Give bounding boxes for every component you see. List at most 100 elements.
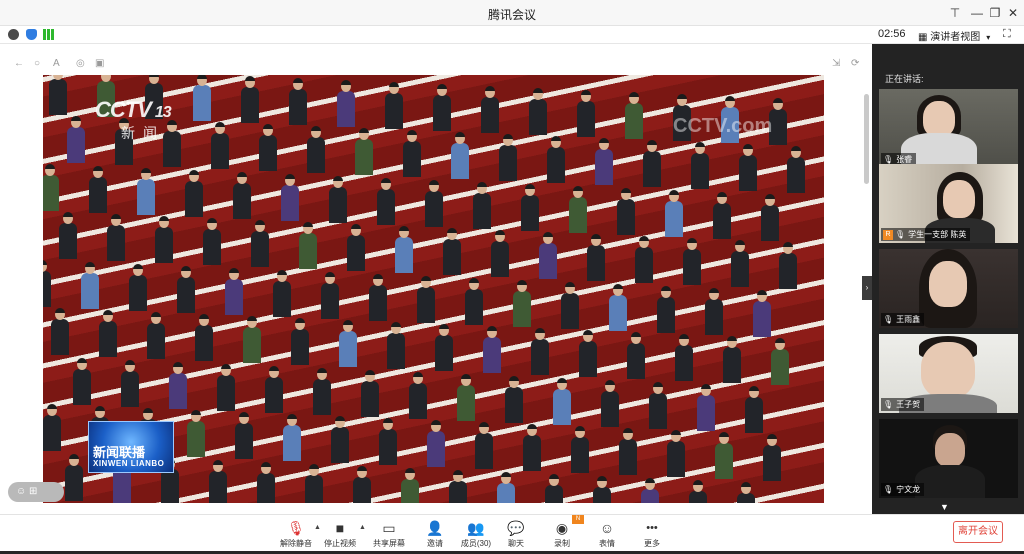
- attendee-suit: [523, 435, 541, 471]
- invite-button[interactable]: 👤 邀请: [415, 519, 455, 553]
- pin-icon[interactable]: ⊤: [946, 4, 964, 22]
- program-name-en: XINWEN LIANBO: [93, 459, 165, 468]
- attendee-suit: [425, 191, 443, 227]
- attendee-hair: [103, 310, 113, 315]
- attendee-suit: [233, 183, 251, 219]
- attendee-suit: [499, 145, 517, 181]
- floating-controls[interactable]: ☺ ⊞: [8, 482, 64, 502]
- attendee-figure: [737, 482, 755, 503]
- attendee-figure: [273, 270, 291, 317]
- shield-icon[interactable]: [26, 29, 37, 40]
- attendee-figure: [451, 132, 469, 179]
- attendee-hair: [591, 234, 601, 239]
- fullscreen-icon[interactable]: ⛶: [1003, 28, 1011, 41]
- text-tool-icon[interactable]: A: [53, 58, 60, 69]
- participant-tile[interactable]: 🎙 王子贺: [879, 334, 1018, 413]
- attendee-suit: [737, 493, 755, 503]
- attendee-figure: [771, 338, 789, 385]
- attendee-hair: [639, 236, 649, 241]
- video-options-chevron-icon[interactable]: ▲: [359, 524, 366, 531]
- attendee-hair: [487, 326, 497, 331]
- stop-video-button[interactable]: ■ 停止视频: [320, 519, 360, 553]
- attendee-hair: [303, 222, 313, 227]
- attendee-suit: [241, 87, 259, 123]
- info-icon[interactable]: [8, 29, 19, 40]
- attendee-hair: [525, 184, 535, 189]
- attendee-figure: [545, 474, 563, 503]
- circle-tool-icon[interactable]: ○: [34, 58, 40, 69]
- restore-button[interactable]: ❐: [986, 4, 1004, 22]
- participant-tile[interactable]: R 🎙 学生一支部 陈英: [879, 164, 1018, 243]
- attendee-figure: [449, 470, 467, 503]
- attendee-figure: [243, 316, 261, 363]
- attendee-suit: [595, 149, 613, 185]
- collapse-panel-button[interactable]: ›: [862, 276, 872, 300]
- attendee-suit: [243, 327, 261, 363]
- attendee-suit: [377, 189, 395, 225]
- record-button[interactable]: ◉ 录制: [542, 519, 582, 553]
- attendee-suit: [529, 99, 547, 135]
- chat-button[interactable]: 💬 聊天: [496, 519, 536, 553]
- participant-name-tag: R 🎙 学生一支部 陈英: [881, 228, 971, 241]
- org-badge-icon: R: [883, 229, 893, 240]
- attendee-suit: [491, 241, 509, 277]
- attendee-figure: [715, 432, 733, 479]
- attendee-figure: [217, 364, 235, 411]
- view-mode-select[interactable]: ▦ 演讲者视图 ▾: [918, 28, 990, 43]
- attendee-suit: [81, 273, 99, 309]
- attendee-figure: [225, 268, 243, 315]
- save-tool-icon[interactable]: ▣: [95, 58, 104, 69]
- leave-meeting-button[interactable]: 离开会议: [953, 521, 1003, 543]
- reaction-button[interactable]: ☺ 表情: [587, 519, 627, 553]
- attendee-figure: [347, 224, 365, 271]
- attendee-suit: [107, 225, 125, 261]
- share-screen-button[interactable]: ▭ 共享屏幕: [369, 519, 409, 553]
- attendee-suit: [571, 437, 589, 473]
- participant-tile[interactable]: 🎙 张睿: [879, 89, 1018, 168]
- attendee-suit: [49, 79, 67, 115]
- attendee-hair: [287, 414, 297, 419]
- attendee-hair: [727, 336, 737, 341]
- view-mode-icon: ▦: [918, 32, 931, 43]
- attendee-figure: [691, 142, 709, 189]
- attendee-hair: [527, 424, 537, 429]
- attendee-hair: [447, 228, 457, 233]
- attendee-figure: [539, 232, 557, 279]
- attendee-figure: [155, 216, 173, 263]
- expand-icon[interactable]: ⇲: [832, 58, 840, 69]
- attendee-suit: [337, 91, 355, 127]
- members-button[interactable]: 👥 成员(30): [456, 519, 496, 553]
- refresh-icon[interactable]: ⟳: [851, 58, 859, 69]
- attendee-hair: [485, 86, 495, 91]
- attendee-figure: [307, 126, 325, 173]
- attendee-suit: [547, 147, 565, 183]
- unmute-button[interactable]: 🎙 解除静音: [276, 519, 316, 553]
- participant-tile[interactable]: 🎙 王雨鑫: [879, 249, 1018, 328]
- attendee-figure: [561, 282, 579, 329]
- attendee-hair: [151, 312, 161, 317]
- attendee-hair: [309, 464, 319, 469]
- attendee-figure: [409, 372, 427, 419]
- program-logo: 新闻联播 XINWEN LIANBO: [88, 421, 174, 473]
- attendee-suit: [169, 373, 187, 409]
- attendee-suit: [59, 223, 77, 259]
- attendee-figure: [377, 178, 395, 225]
- participant-tile[interactable]: 🎙 宁文龙: [879, 419, 1018, 498]
- attendee-figure: [683, 238, 701, 285]
- attendee-suit: [601, 391, 619, 427]
- scroll-down-icon[interactable]: ▼: [940, 502, 949, 512]
- attendee-hair: [111, 214, 121, 219]
- link-tool-icon[interactable]: ◎: [76, 58, 85, 69]
- scrollbar[interactable]: [864, 94, 869, 184]
- attendee-figure: [593, 476, 611, 503]
- attendee-suit: [43, 271, 51, 307]
- minimize-button[interactable]: —: [968, 4, 986, 22]
- more-button[interactable]: ••• 更多: [632, 519, 672, 553]
- close-button[interactable]: ✕: [1004, 4, 1022, 22]
- attendee-suit: [545, 485, 563, 503]
- attendee-suit: [465, 289, 483, 325]
- back-icon[interactable]: ←: [14, 58, 24, 69]
- attendee-suit: [121, 371, 139, 407]
- attendee-suit: [209, 471, 227, 503]
- signal-icon[interactable]: [43, 29, 54, 40]
